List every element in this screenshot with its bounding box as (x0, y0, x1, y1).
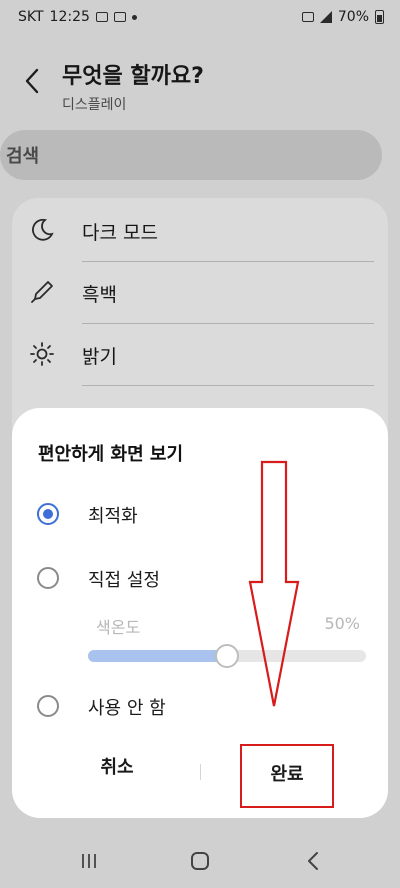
cancel-button[interactable]: 취소 (72, 746, 162, 790)
option-custom[interactable]: 직접 설정 (12, 556, 388, 600)
option-label: 최적화 (88, 506, 138, 527)
slider-label: 색온도 (96, 618, 141, 637)
color-temperature-slider[interactable] (88, 644, 366, 668)
screen: SKT 12:25 70% 무엇을 할까요? 디스플레이 검색 다크 모드 흑백… (0, 0, 400, 888)
down-arrow-annotation (248, 460, 300, 707)
recent-apps-icon[interactable] (74, 850, 104, 876)
slider-thumb[interactable] (215, 644, 239, 668)
highlight-box (240, 744, 334, 808)
option-label: 직접 설정 (88, 570, 160, 591)
dialog-title: 편안하게 화면 보기 (38, 444, 184, 465)
radio-selected[interactable] (37, 503, 59, 525)
slider-value: 50% (324, 614, 360, 633)
option-label: 사용 안 함 (88, 698, 166, 719)
option-off[interactable]: 사용 안 함 (12, 684, 388, 728)
radio-unselected[interactable] (37, 695, 59, 717)
home-icon[interactable] (185, 850, 215, 876)
eye-comfort-dialog: 편안하게 화면 보기 최적화 직접 설정 색온도 50% 사용 안 함 취소 완… (12, 408, 388, 818)
slider-fill (88, 650, 227, 662)
option-optimized[interactable]: 최적화 (12, 492, 388, 536)
navigation-bar (0, 838, 400, 888)
radio-unselected[interactable] (37, 567, 59, 589)
button-divider (200, 764, 201, 780)
back-nav-icon[interactable] (298, 850, 328, 876)
